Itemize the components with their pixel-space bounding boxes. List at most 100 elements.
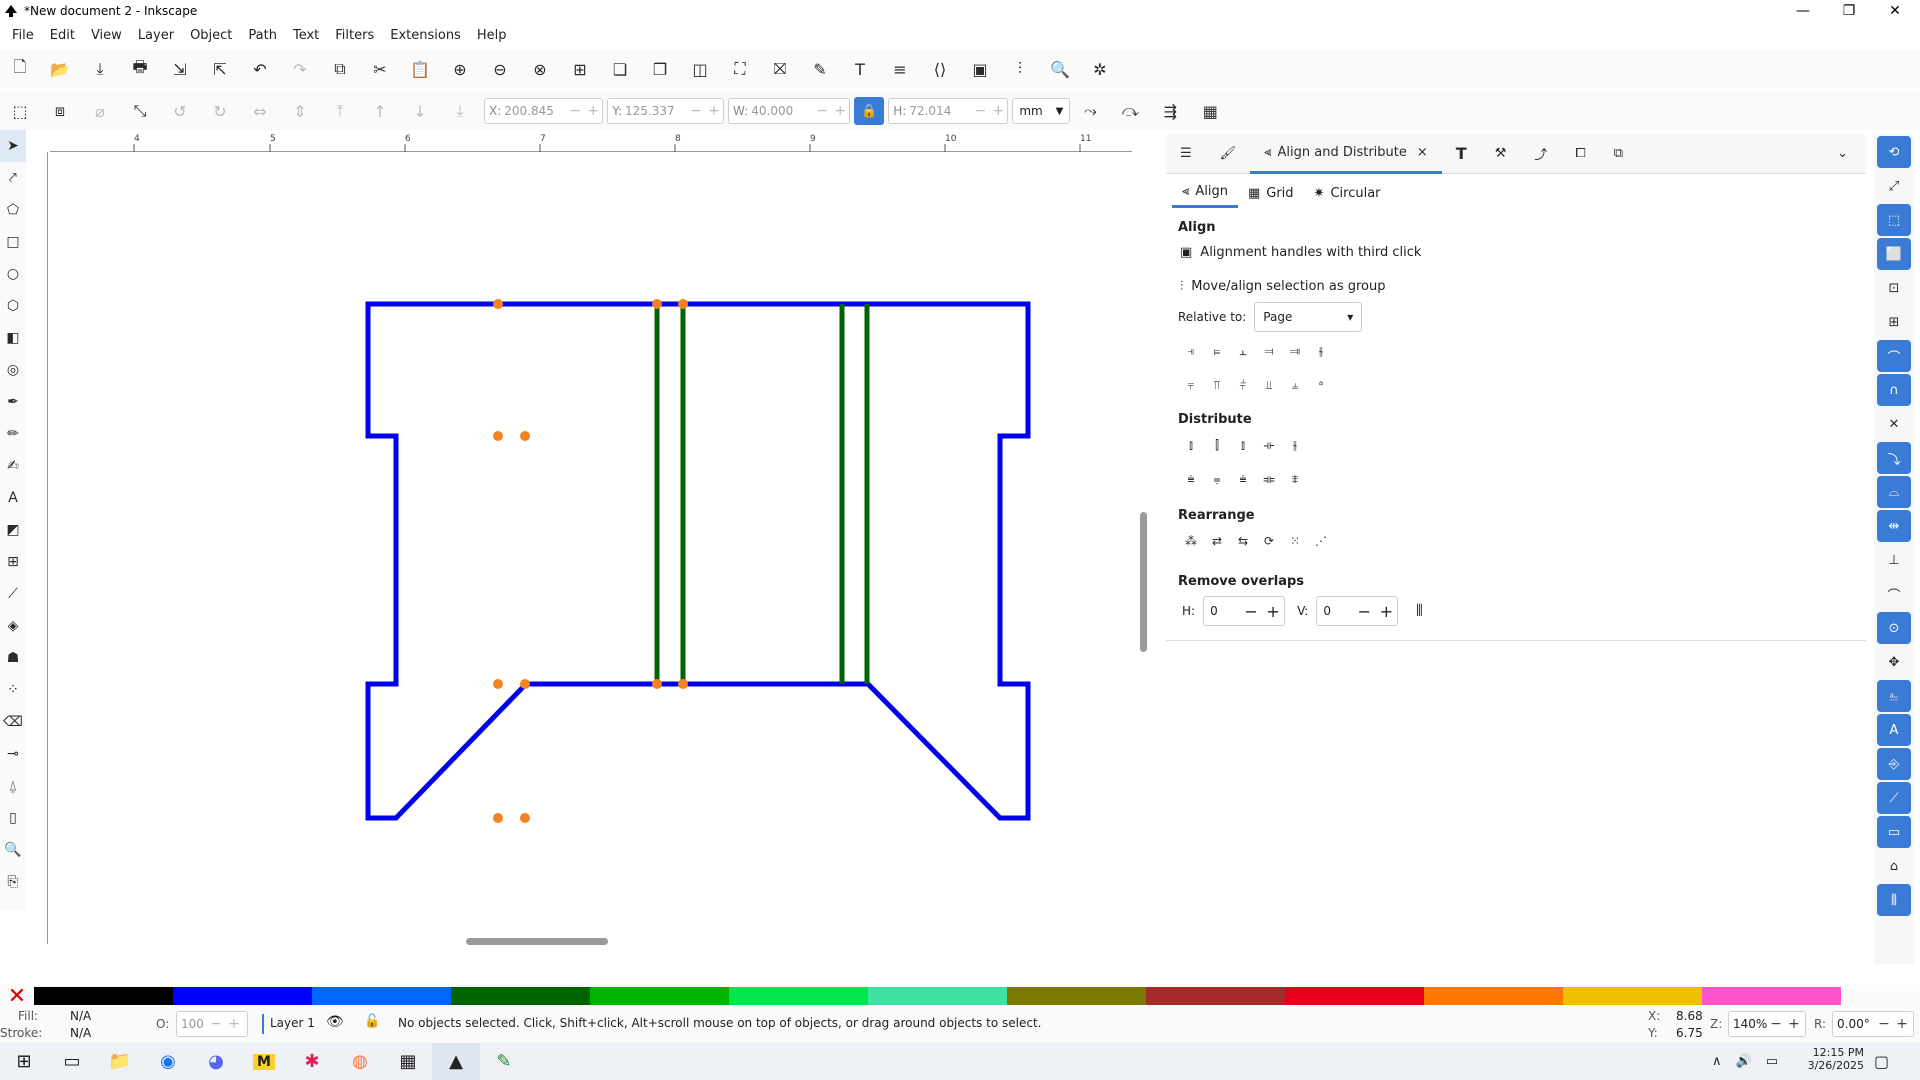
x-decrement[interactable]: − xyxy=(566,103,584,119)
zoom-page-icon[interactable]: ⊗ xyxy=(520,51,560,87)
lock-icon[interactable]: 🔓 xyxy=(364,1014,380,1029)
node-tool-icon[interactable]: ⤤ xyxy=(0,162,26,194)
xml-editor-icon[interactable]: ⟨⟩ xyxy=(920,51,960,87)
palette-swatch[interactable] xyxy=(729,987,868,1005)
zoom-value[interactable]: 140% xyxy=(1729,1017,1767,1031)
palette-swatch[interactable] xyxy=(590,987,729,1005)
stroke-value[interactable]: N/A xyxy=(70,1026,91,1040)
transform-patterns-icon[interactable]: ▦ xyxy=(1190,93,1230,129)
menu-path[interactable]: Path xyxy=(240,28,285,43)
restore-button[interactable]: ❐ xyxy=(1826,0,1872,22)
menu-layer[interactable]: Layer xyxy=(130,28,182,43)
tab-text[interactable]: T xyxy=(1442,134,1481,174)
snap-smooth-icon[interactable]: ⌓ xyxy=(1877,476,1911,508)
option-group-row[interactable]: ⫶ Move/align selection as group xyxy=(1180,274,1386,298)
print-icon[interactable]: 🖶 xyxy=(120,51,160,87)
align-text-baseline-v-icon[interactable]: ᵃ xyxy=(1308,372,1334,398)
snap-nodes-icon[interactable]: ⌒ xyxy=(1877,340,1911,372)
raise-top-icon[interactable]: ⤒ xyxy=(320,93,360,129)
width-field[interactable]: W: 40.000− + xyxy=(728,98,851,124)
snap-bbox-icon[interactable]: ⬚ xyxy=(1877,204,1911,236)
zoom-selection-icon[interactable]: ⊕ xyxy=(440,51,480,87)
palette-swatch[interactable] xyxy=(1007,987,1146,1005)
subtab-circular[interactable]: ✷ Circular xyxy=(1304,178,1391,208)
undo-icon[interactable]: ↶ xyxy=(240,51,280,87)
text-tool-icon[interactable]: A xyxy=(0,482,26,514)
preferences-icon[interactable]: ✲ xyxy=(1080,51,1120,87)
lpe-tool-icon[interactable]: ⍙ xyxy=(0,770,26,802)
zoom-tool-icon[interactable]: 🔍 xyxy=(0,834,26,866)
center-horizontal-axis-icon[interactable]: ⫩ xyxy=(1230,372,1256,398)
snap-bbox-midpoints-icon[interactable]: ⊞ xyxy=(1877,306,1911,338)
v-gap-increment[interactable]: + xyxy=(1375,602,1397,621)
tab-xml[interactable]: ⧠ xyxy=(1561,134,1599,174)
distribute-gaps-h-icon[interactable]: ⟛ xyxy=(1256,432,1282,458)
x-value[interactable]: 200.845 xyxy=(504,104,566,118)
distribute-right-icon[interactable]: ⫾ xyxy=(1230,432,1256,458)
snap-rotation-center-icon[interactable]: ✥ xyxy=(1877,646,1911,678)
lower-icon[interactable]: ↓ xyxy=(400,93,440,129)
snap-perpendicular-icon[interactable]: ⊥ xyxy=(1877,544,1911,576)
snap-text-anchor-icon[interactable]: A xyxy=(1877,714,1911,746)
task-view-icon[interactable]: ▭ xyxy=(48,1043,96,1080)
snap-baseline-icon[interactable]: ⎁ xyxy=(1877,680,1911,712)
import-icon[interactable]: ⇲ xyxy=(160,51,200,87)
redo-icon[interactable]: ↷ xyxy=(280,51,320,87)
align-distribute-icon[interactable]: ⫶ xyxy=(1000,51,1040,87)
palette-swatch[interactable] xyxy=(451,987,590,1005)
menu-view[interactable]: View xyxy=(83,28,130,43)
unit-select[interactable]: mm ▼ xyxy=(1012,98,1071,124)
x-position-field[interactable]: X: 200.845− + xyxy=(484,98,604,124)
duplicate-icon[interactable]: ❏ xyxy=(600,51,640,87)
w-increment[interactable]: + xyxy=(831,103,849,119)
menu-filters[interactable]: Filters xyxy=(327,28,382,43)
find-replace-icon[interactable]: 🔍 xyxy=(1040,51,1080,87)
open-icon[interactable]: 📂 xyxy=(40,51,80,87)
horizontal-ruler[interactable]: 4 5 6 7 8 9 10 11 xyxy=(50,134,1132,152)
gradient-tool-icon[interactable]: ◩ xyxy=(0,514,26,546)
measure-tool-icon[interactable]: ▯ xyxy=(0,802,26,834)
close-window-button[interactable]: ✕ xyxy=(1872,0,1918,22)
shape-builder-icon[interactable]: ⬠ xyxy=(0,194,26,226)
h-gap-value[interactable]: 0 xyxy=(1204,604,1240,618)
y-increment[interactable]: + xyxy=(705,103,723,119)
notepad-icon[interactable]: ✎ xyxy=(480,1043,528,1080)
menu-help[interactable]: Help xyxy=(469,28,515,43)
h-value[interactable]: 72.014 xyxy=(909,104,971,118)
tweak-tool-icon[interactable]: ☗ xyxy=(0,642,26,674)
group-icon[interactable]: ⛶ xyxy=(720,51,760,87)
tab-fill-stroke[interactable]: 🖌 xyxy=(1206,134,1251,174)
tab-symbols[interactable]: ⧉ xyxy=(1600,134,1637,174)
rotation-decrement[interactable]: − xyxy=(1875,1016,1893,1032)
align-text-baseline-h-icon[interactable]: ⫳ xyxy=(1308,338,1334,364)
distribute-gaps-v-icon[interactable]: ⟚ xyxy=(1256,466,1282,492)
raise-icon[interactable]: ↑ xyxy=(360,93,400,129)
scale-corners-icon[interactable]: ⤼ xyxy=(1110,93,1150,129)
snap-others-icon[interactable]: ⌂ xyxy=(1877,850,1911,882)
select-all-icon[interactable]: ⬚ xyxy=(0,93,40,129)
paint-bucket-tool-icon[interactable]: ◈ xyxy=(0,610,26,642)
selector-tool-icon[interactable]: ➤ xyxy=(0,130,26,162)
battery-icon[interactable]: ▭ xyxy=(1766,1054,1778,1069)
new-document-icon[interactable]: 🗋 xyxy=(0,51,40,87)
snap-popover-icon[interactable]: ⤢ xyxy=(1877,170,1911,202)
copy-icon[interactable]: ⧉ xyxy=(320,51,360,87)
flip-horizontal-icon[interactable]: ⇔ xyxy=(240,93,280,129)
align-bottom-to-top-icon[interactable]: ⫧ xyxy=(1178,372,1204,398)
slack-icon[interactable]: ✱ xyxy=(288,1043,336,1080)
minimize-button[interactable]: — xyxy=(1780,0,1826,22)
zoom-field[interactable]: 140% − + xyxy=(1728,1011,1806,1037)
connector-tool-icon[interactable]: ⊸ xyxy=(0,738,26,770)
touch-select-icon[interactable]: ⤡ xyxy=(120,93,160,129)
snap-midpoints-icon[interactable]: ⇹ xyxy=(1877,510,1911,542)
graph-layout-icon[interactable]: ⁂ xyxy=(1178,528,1204,554)
snap-centers-icon[interactable]: ⊙ xyxy=(1877,612,1911,644)
clone-icon[interactable]: ❐ xyxy=(640,51,680,87)
snap-guide-icon[interactable]: ▭ xyxy=(1877,816,1911,848)
menu-file[interactable]: File xyxy=(4,28,42,43)
distribute-top-icon[interactable]: ⩧ xyxy=(1178,466,1204,492)
distribute-baseline-h-icon[interactable]: ⫳ xyxy=(1282,432,1308,458)
rotation-value[interactable]: 0.00° xyxy=(1833,1017,1875,1031)
snap-intersections-icon[interactable]: ✕ xyxy=(1877,408,1911,440)
menu-object[interactable]: Object xyxy=(182,28,240,43)
